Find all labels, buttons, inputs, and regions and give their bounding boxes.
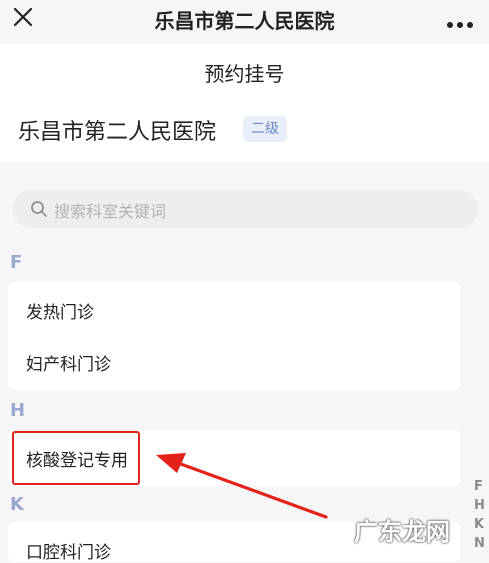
department-item-obstetrics-clinic[interactable]: 妇产科门诊 [26,350,111,375]
search-icon [30,200,48,218]
level-badge: 二级 [243,116,287,142]
arrow-icon [150,445,330,520]
page-title: 预约挂号 [204,62,285,86]
section-letter-f: F [10,252,23,273]
index-letter-k[interactable]: K [474,517,484,532]
highlight-box [12,431,140,485]
section-f-card: 发热门诊 妇产科门诊 [8,282,460,390]
index-letter-h[interactable]: H [474,498,485,513]
section-letter-h: H [10,400,26,421]
hospital-header: 预约挂号 乐昌市第二人民医院 二级 [0,44,489,162]
index-letter-f[interactable]: F [474,479,483,494]
window-title: 乐昌市第二人民医院 [154,9,335,33]
watermark: 广东龙网 [354,518,450,546]
index-letter-n[interactable]: N [474,536,485,551]
search-input[interactable]: 搜索科室关键词 [12,190,478,228]
more-icon[interactable] [446,14,474,28]
department-item-fever-clinic[interactable]: 发热门诊 [26,298,94,323]
hospital-name: 乐昌市第二人民医院 [18,120,217,145]
top-navigation-bar: 乐昌市第二人民医院 [0,0,489,44]
section-letter-k: K [10,494,24,515]
search-placeholder: 搜索科室关键词 [54,202,167,221]
department-item-dental-clinic[interactable]: 口腔科门诊 [26,538,111,563]
